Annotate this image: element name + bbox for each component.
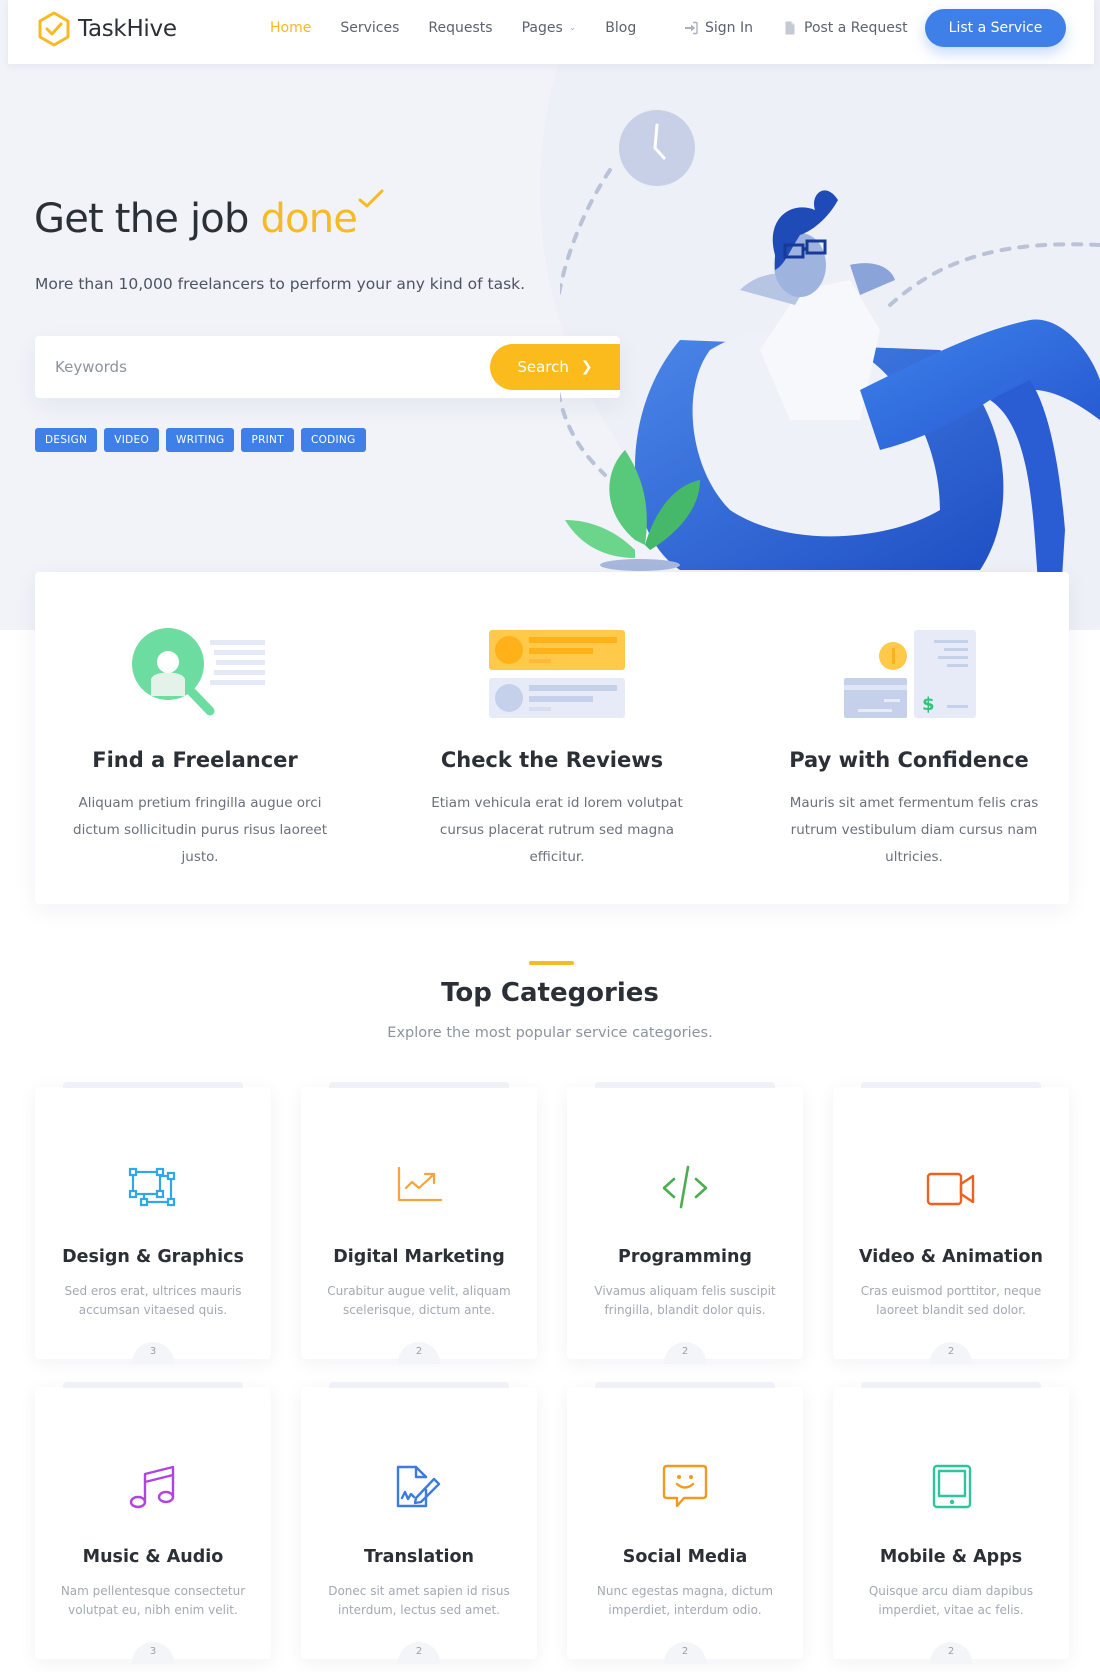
hero-title-main: Get the job [34,196,261,242]
music-note-icon [129,1465,175,1509]
sign-in-icon [685,21,698,35]
beanbag-person [635,190,1100,610]
category-card-design[interactable]: Design & Graphics Sed eros erat, ultrice… [35,1082,271,1364]
list-service-button[interactable]: List a Service [925,9,1066,47]
find-freelancer-icon [132,628,265,716]
hero-title-accent: done [260,189,384,242]
step-title: Check the Reviews [440,748,664,772]
section-accent-bar [529,961,574,965]
tag-writing[interactable]: WRITING [166,428,235,452]
search-box: Search ❯ [35,336,620,398]
category-description: Curabitur augue velit, aliquam scelerisq… [327,1284,511,1317]
keywords-input[interactable] [55,351,475,383]
category-title: Music & Audio [82,1547,224,1567]
chat-smile-icon [662,1464,708,1508]
category-card-video[interactable]: Video & Animation Cras euismod porttitor… [833,1082,1069,1364]
logo[interactable]: TaskHive [36,10,177,48]
category-card-social[interactable]: Social Media Nunc egestas magna, dictum … [567,1382,803,1664]
nav-utilities: Sign In Post a Request [684,0,938,56]
checkmark-icon [358,189,384,208]
document-sign-icon [396,1465,441,1508]
step-title: Pay with Confidence [789,748,1029,772]
category-description: Donec sit amet sapien id risus interdum,… [328,1584,510,1617]
sign-in-link[interactable]: Sign In [684,20,753,36]
nav-pages[interactable]: Pages ⌄ [522,20,577,36]
hero-title-accent-text: done [260,196,358,242]
category-description: Nam pellentesque consectetur volutpat eu… [60,1584,246,1617]
how-it-works-card: Find a Freelancer Aliquam pretium fringi… [35,572,1069,904]
category-count-badge: 2 [930,1642,972,1664]
category-count-badge: 2 [930,1342,972,1364]
post-request-label: Post a Request [804,20,908,36]
category-card-programming[interactable]: Programming Vivamus aliquam felis suscip… [567,1082,803,1364]
categories-title: Top Categories [441,978,659,1008]
category-description: Sed eros erat, ultrices mauris accumsan … [64,1284,242,1317]
payment-icon: $ [844,630,976,718]
category-count-badge: 3 [132,1342,174,1364]
step-title: Find a Freelancer [92,748,298,772]
navbar: TaskHive Home Services Requests Pages ⌄ … [8,0,1094,64]
reviews-icon [489,630,625,718]
category-description: Vivamus aliquam felis suscipit fringilla… [594,1284,776,1317]
hexagon-check-logo-icon [38,11,70,47]
nav-pages-label: Pages [521,20,563,36]
category-title: Translation [364,1547,474,1567]
category-description: Nunc egestas magna, dictum imperdiet, in… [596,1584,774,1617]
category-card-translation[interactable]: Translation Donec sit amet sapien id ris… [301,1382,537,1664]
category-count-badge: 2 [664,1642,706,1664]
chart-growth-icon [397,1166,443,1202]
category-title: Social Media [622,1547,748,1567]
video-camera-icon [926,1172,975,1206]
category-count-badge: 2 [398,1342,440,1364]
tag-print[interactable]: PRINT [241,428,294,452]
nav-services[interactable]: Services [340,20,399,36]
category-title: Video & Animation [859,1247,1043,1267]
document-icon [785,21,795,35]
step-description: Aliquam pretium fringilla augue orci dic… [73,795,327,865]
nav-home[interactable]: Home [270,20,311,36]
sign-in-label: Sign In [705,20,753,36]
nav-requests[interactable]: Requests [428,20,492,36]
category-title: Mobile & Apps [879,1547,1023,1567]
tablet-icon [932,1464,972,1509]
categories-subtitle: Explore the most popular service categor… [387,1025,713,1041]
category-card-mobile[interactable]: Mobile & Apps Quisque arcu diam dapibus … [833,1382,1069,1664]
tag-video[interactable]: VIDEO [104,428,160,452]
main-nav: Home Services Requests Pages ⌄ Blog [270,0,665,56]
tag-coding[interactable]: CODING [300,428,366,452]
svg-text:$: $ [922,694,935,715]
nav-blog[interactable]: Blog [605,20,636,36]
category-title: Programming [618,1247,752,1267]
category-description: Quisque arcu diam dapibus imperdiet, vit… [868,1584,1034,1617]
hero-title: Get the job done [34,189,384,242]
category-title: Digital Marketing [333,1247,505,1267]
category-card-music[interactable]: Music & Audio Nam pellentesque consectet… [35,1382,271,1664]
category-card-marketing[interactable]: Digital Marketing Curabitur augue velit,… [301,1082,537,1364]
category-count-badge: 2 [398,1642,440,1664]
hero-subtitle: More than 10,000 freelancers to perform … [35,275,526,293]
post-request-link[interactable]: Post a Request [783,20,908,36]
vector-design-icon [128,1167,176,1207]
step-description: Mauris sit amet fermentum felis cras rut… [789,795,1039,865]
hero-illustration [560,110,1100,610]
popular-tags: DESIGN VIDEO WRITING PRINT CODING [35,428,373,452]
brand-name: TaskHive [78,16,177,42]
step-description: Etiam vehicula erat id lorem volutpat cu… [431,795,683,865]
category-description: Cras euismod porttitor, neque laoreet bl… [860,1284,1042,1317]
category-count-badge: 3 [132,1642,174,1664]
category-count-badge: 2 [664,1342,706,1364]
tag-design[interactable]: DESIGN [35,428,98,452]
category-title: Design & Graphics [62,1247,244,1267]
code-icon [662,1165,708,1209]
clock-icon [619,110,695,186]
chevron-down-icon: ⌄ [568,23,577,33]
